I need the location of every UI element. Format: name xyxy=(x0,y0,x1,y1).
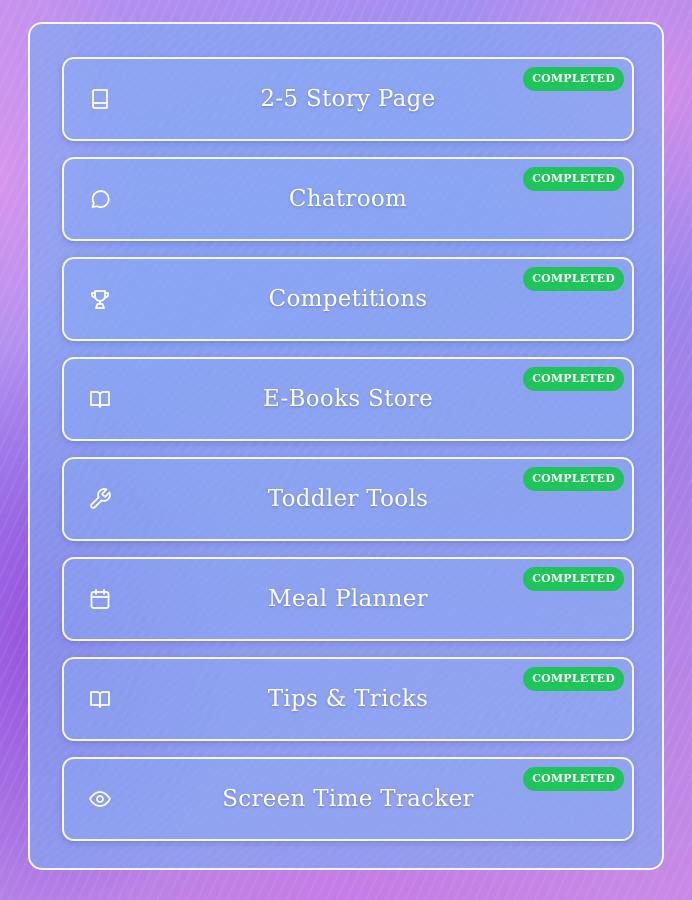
wrench-icon xyxy=(88,487,112,511)
feature-label: Competitions xyxy=(268,286,428,312)
open-book-icon xyxy=(88,387,112,411)
calendar-icon xyxy=(88,587,112,611)
feature-card-chatroom[interactable]: Chatroom COMPLETED xyxy=(62,157,634,241)
status-badge: COMPLETED xyxy=(523,467,624,491)
feature-label: Screen Time Tracker xyxy=(222,786,474,812)
open-book-icon xyxy=(88,687,112,711)
trophy-icon xyxy=(88,287,112,311)
feature-label: E-Books Store xyxy=(263,386,433,412)
status-badge: COMPLETED xyxy=(523,267,624,291)
feature-label: Meal Planner xyxy=(268,586,428,612)
feature-card-meal-planner[interactable]: Meal Planner COMPLETED xyxy=(62,557,634,641)
feature-card-ebooks-store[interactable]: E-Books Store COMPLETED xyxy=(62,357,634,441)
feature-label: Tips & Tricks xyxy=(267,686,429,712)
status-badge: COMPLETED xyxy=(523,67,624,91)
book-icon xyxy=(88,87,112,111)
status-badge: COMPLETED xyxy=(523,367,624,391)
feature-card-toddler-tools[interactable]: Toddler Tools COMPLETED xyxy=(62,457,634,541)
feature-card-story-page[interactable]: 2-5 Story Page COMPLETED xyxy=(62,57,634,141)
feature-card-tips-tricks[interactable]: Tips & Tricks COMPLETED xyxy=(62,657,634,741)
status-badge: COMPLETED xyxy=(523,667,624,691)
feature-label: Chatroom xyxy=(288,186,408,212)
status-badge: COMPLETED xyxy=(523,567,624,591)
feature-card-competitions[interactable]: Competitions COMPLETED xyxy=(62,257,634,341)
message-circle-icon xyxy=(88,187,112,211)
feature-card-screen-time-tracker[interactable]: Screen Time Tracker COMPLETED xyxy=(62,757,634,841)
feature-label: 2-5 Story Page xyxy=(260,86,436,112)
status-badge: COMPLETED xyxy=(523,167,624,191)
feature-label: Toddler Tools xyxy=(267,486,429,512)
eye-icon xyxy=(88,787,112,811)
status-badge: COMPLETED xyxy=(523,767,624,791)
feature-list-panel: 2-5 Story Page COMPLETED Chatroom COMPLE… xyxy=(28,22,664,870)
